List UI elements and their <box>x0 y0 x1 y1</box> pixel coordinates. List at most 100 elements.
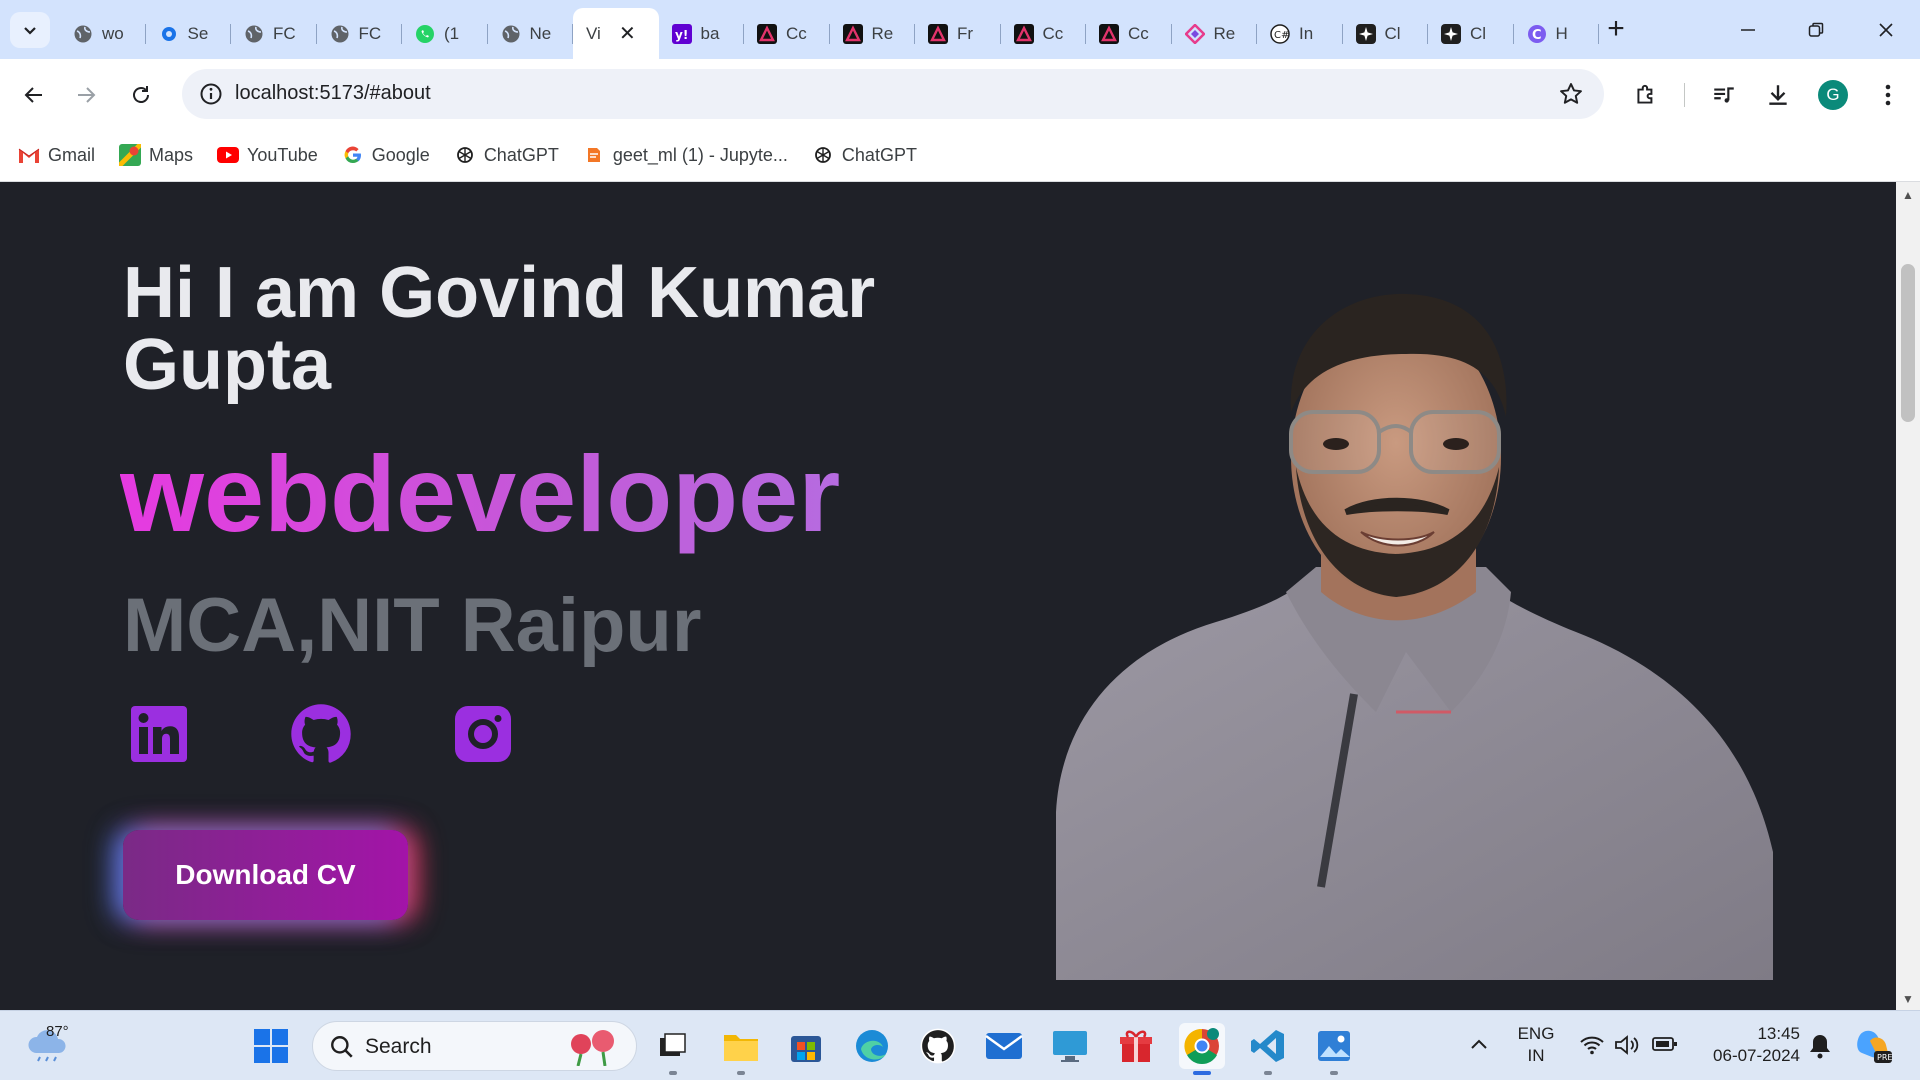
bookmark-item[interactable]: Gmail <box>18 144 95 166</box>
browser-tab[interactable]: Re <box>830 12 916 56</box>
globe-icon <box>330 24 350 44</box>
close-tab-icon[interactable]: ✕ <box>619 21 636 46</box>
reload-button[interactable] <box>123 77 159 113</box>
close-window-button[interactable] <box>1856 8 1916 52</box>
battery-icon[interactable] <box>1652 1036 1678 1052</box>
hero-education: MCA,NIT Raipur <box>123 583 702 668</box>
browser-tab[interactable]: Re <box>1172 12 1258 56</box>
chevron-up-icon[interactable] <box>1470 1037 1488 1051</box>
github-desktop-button[interactable] <box>915 1023 961 1069</box>
browser-tab[interactable]: Se <box>146 12 232 56</box>
notification-bell-icon[interactable] <box>1808 1033 1832 1059</box>
bookmark-star-icon[interactable] <box>1558 81 1584 107</box>
bookmark-item[interactable]: geet_ml (1) - Jupyte... <box>583 144 788 166</box>
monitor-icon <box>1053 1031 1087 1062</box>
tab-title: Fr <box>957 24 974 43</box>
profile-avatar[interactable]: G <box>1818 80 1848 110</box>
svg-text:C: C <box>1532 28 1542 43</box>
c-icon: C <box>1527 24 1547 44</box>
bookmark-item[interactable]: ChatGPT <box>812 144 917 166</box>
task-view-button[interactable] <box>650 1023 696 1075</box>
back-button[interactable] <box>16 77 52 113</box>
browser-tab[interactable]: Cc <box>744 12 830 56</box>
browser-tab[interactable]: Cl <box>1428 12 1514 56</box>
gift-app-button[interactable] <box>1113 1023 1159 1069</box>
wifi-icon[interactable] <box>1580 1035 1604 1055</box>
browser-tab[interactable]: Fr <box>915 12 1001 56</box>
bookmark-item[interactable]: Maps <box>119 144 193 166</box>
photos-icon <box>1318 1031 1350 1061</box>
extensions-button[interactable] <box>1628 77 1664 113</box>
windows-icon <box>254 1029 288 1063</box>
tab-title: Ne <box>529 24 552 43</box>
mail-button[interactable] <box>981 1023 1027 1069</box>
edge-icon <box>856 1030 888 1062</box>
remote-desktop-button[interactable] <box>1047 1023 1093 1069</box>
browser-tab[interactable]: FC <box>231 12 317 56</box>
close-icon <box>1879 23 1893 37</box>
scroll-up-icon[interactable]: ▲ <box>1902 188 1914 202</box>
address-bar[interactable]: localhost:5173/#about <box>182 69 1604 119</box>
linkedin-link[interactable] <box>128 703 190 765</box>
new-tab-button[interactable]: + <box>1598 12 1634 48</box>
taskbar-search[interactable]: Search <box>312 1021 637 1071</box>
mail-icon <box>985 1033 1023 1059</box>
browser-toolbar: localhost:5173/#about <box>0 59 1920 129</box>
browser-tab[interactable]: Ne <box>488 12 574 56</box>
vscode-button[interactable] <box>1245 1023 1291 1075</box>
copilot-icon[interactable]: PRE <box>1854 1027 1894 1065</box>
github-desktop-icon <box>920 1028 956 1064</box>
scrollbar-thumb[interactable] <box>1901 264 1915 422</box>
bookmark-item[interactable]: ChatGPT <box>454 144 559 166</box>
bookmark-item[interactable]: Google <box>342 144 430 166</box>
page-scrollbar[interactable]: ▲ ▼ <box>1896 182 1920 1010</box>
app-a-icon <box>928 24 948 44</box>
start-button[interactable] <box>248 1023 294 1069</box>
instagram-link[interactable] <box>452 703 514 765</box>
bookmark-item[interactable]: YouTube <box>217 144 318 166</box>
vscode-icon <box>1251 1030 1284 1062</box>
browser-tab[interactable]: Cl <box>1343 12 1429 56</box>
media-controls-button[interactable] <box>1706 77 1742 113</box>
browser-tab[interactable]: (1 <box>402 12 488 56</box>
whatsapp-icon <box>415 24 435 44</box>
browser-tab[interactable]: FC <box>317 12 403 56</box>
weather-widget[interactable]: 87° <box>26 1023 70 1068</box>
bookmark-label: ChatGPT <box>483 144 559 165</box>
minimize-button[interactable] <box>1718 8 1778 52</box>
download-cv-button[interactable]: Download CV <box>123 830 408 920</box>
volume-icon[interactable] <box>1614 1034 1640 1056</box>
tab-title: H <box>1555 24 1568 43</box>
photos-button[interactable] <box>1311 1023 1357 1075</box>
queue-music-icon <box>1714 87 1734 103</box>
sparkle-icon <box>1355 24 1376 44</box>
browser-tab[interactable]: Vi ✕ <box>573 8 659 59</box>
forward-button[interactable] <box>68 77 104 113</box>
gmail-icon <box>18 144 40 166</box>
language-indicator[interactable]: ENG IN <box>1510 1023 1562 1067</box>
downloads-button[interactable] <box>1760 77 1796 113</box>
tab-title: ba <box>700 24 720 43</box>
menu-button[interactable] <box>1870 77 1906 113</box>
browser-tab[interactable]: C# In <box>1257 12 1343 56</box>
linkedin-icon <box>131 706 187 762</box>
edge-button[interactable] <box>849 1023 895 1069</box>
svg-text:C#: C# <box>1274 30 1289 41</box>
github-link[interactable] <box>290 703 352 765</box>
browser-tab[interactable]: Cc <box>1001 12 1087 56</box>
url-text[interactable]: localhost:5173/#about <box>235 82 431 105</box>
browser-tab[interactable]: CH <box>1514 12 1600 56</box>
hero-role: webdeveloper <box>120 433 841 554</box>
file-explorer-button[interactable] <box>718 1023 764 1075</box>
openai-icon <box>454 144 476 166</box>
tab-search-button[interactable] <box>10 12 50 48</box>
site-info-icon[interactable] <box>198 81 224 107</box>
browser-tab[interactable]: wo <box>60 12 146 56</box>
scroll-down-icon[interactable]: ▼ <box>1902 992 1914 1006</box>
browser-tab[interactable]: Cc <box>1086 12 1172 56</box>
browser-tab[interactable]: y! ba <box>659 12 745 56</box>
restore-button[interactable] <box>1786 8 1846 52</box>
chrome-button[interactable] <box>1179 1023 1225 1075</box>
ms-store-button[interactable] <box>783 1023 829 1069</box>
clock[interactable]: 13:45 06-07-2024 <box>1696 1023 1800 1067</box>
